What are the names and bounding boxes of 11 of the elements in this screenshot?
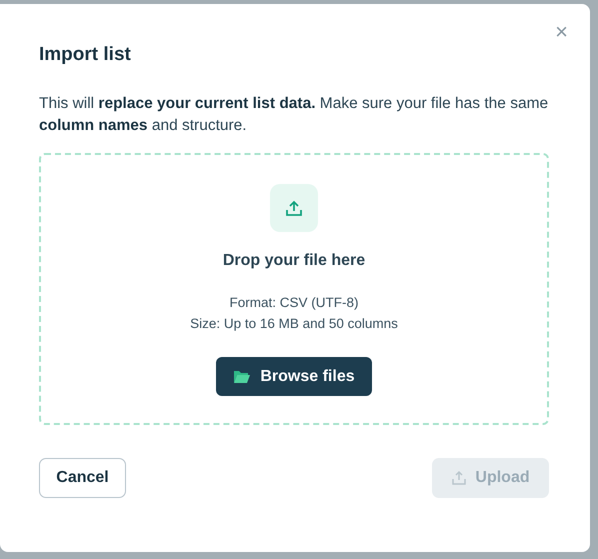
description-text: This will replace your current list data. Make sure your file has the same column names and structure. [39,94,549,136]
cancel-button[interactable]: Cancel [39,458,126,498]
format-info: Format: CSV (UTF-8) [228,294,360,312]
upload-icon [451,470,468,486]
format-info: Size: Up to 16 MB and 50 columns [190,315,398,333]
browse-files-button[interactable]: Browse files [216,357,372,396]
upload-icon [270,184,318,232]
dialog-title: Import list [39,44,132,66]
folder-icon [233,369,252,384]
drop-heading: Drop your file here [222,252,366,270]
drop-zone[interactable]: Drop your file here Format: CSV (UTF-8) Size: Up to 16 MB and 50 columns Browse files [39,153,549,425]
